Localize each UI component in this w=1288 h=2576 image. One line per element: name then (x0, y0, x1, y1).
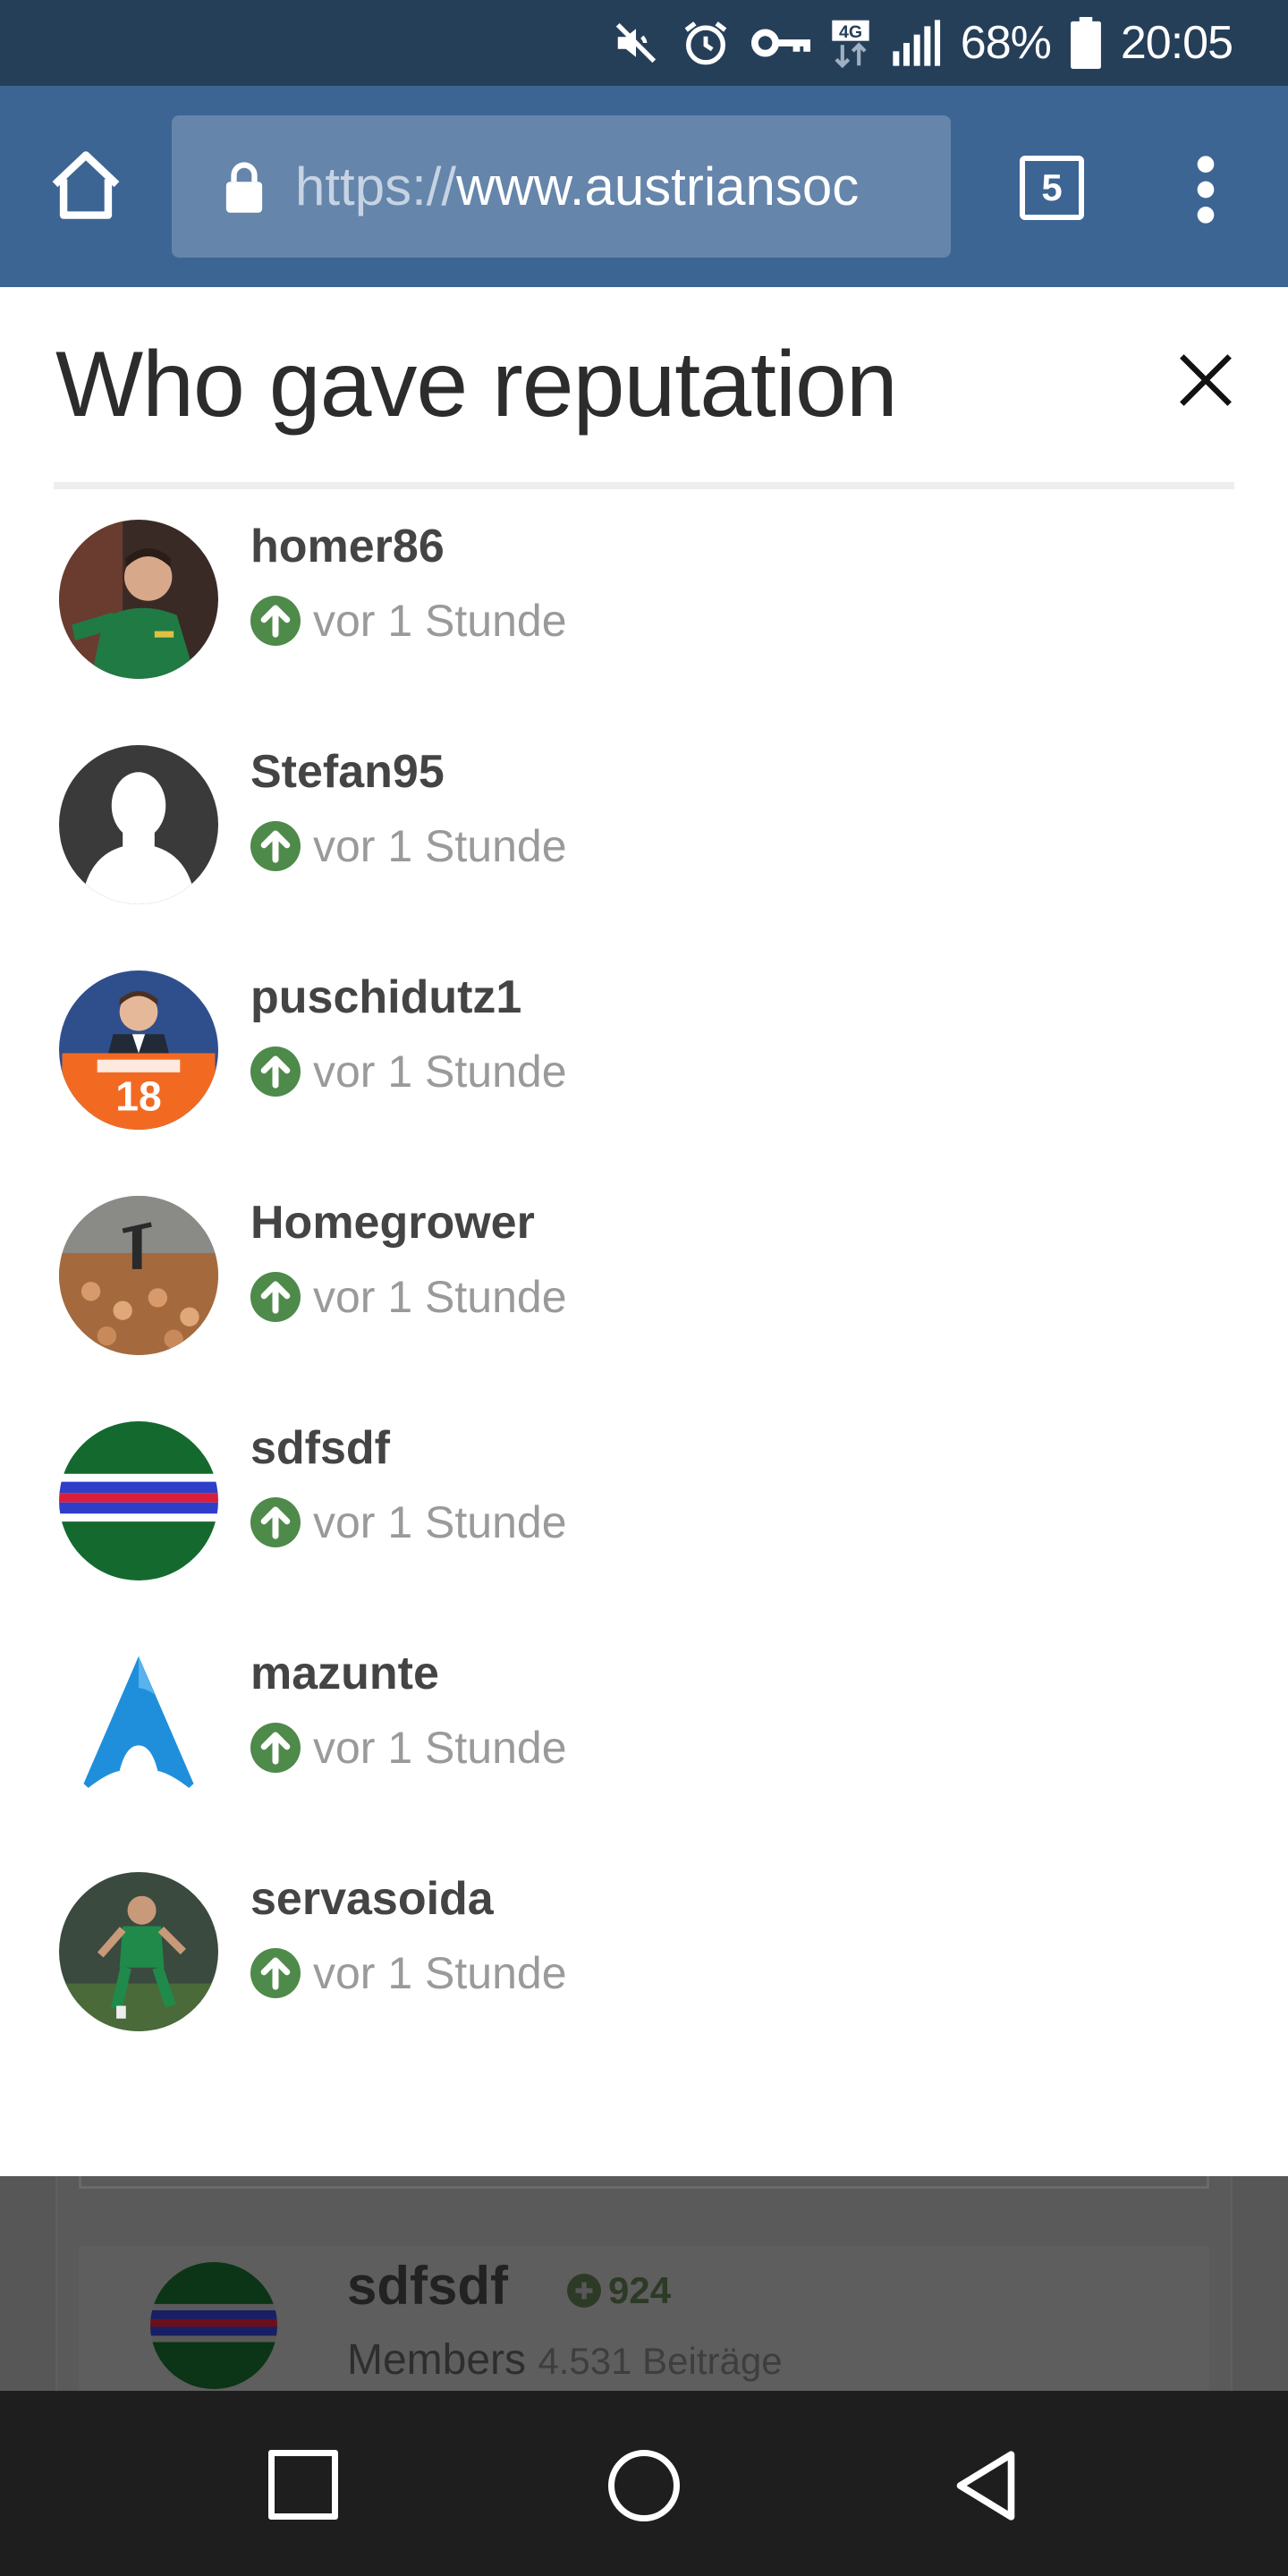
avatar[interactable] (59, 745, 218, 904)
lock-icon (225, 161, 263, 213)
reputation-modal: Who gave reputation homer86 vor 1 Stunde… (0, 287, 1288, 2176)
alarm-icon (684, 21, 727, 65)
username[interactable]: servasoida (250, 1872, 494, 1926)
browser-toolbar: https://www.austriansoc 5 (0, 86, 1288, 287)
battery-percent: 68% (960, 17, 1052, 69)
url-host: www.austriansoc (456, 157, 860, 216)
arrow-up-circle-icon (250, 1723, 301, 1773)
reputation-time: vor 1 Stunde (313, 596, 567, 646)
list-item: homer86 vor 1 Stunde (0, 520, 1288, 745)
arrow-up-circle-icon (250, 1497, 301, 1547)
avatar[interactable] (59, 1421, 218, 1580)
reputation-time: vor 1 Stunde (313, 1723, 567, 1773)
reputation-time: vor 1 Stunde (313, 1046, 567, 1097)
reputation-count: 924 (608, 2269, 672, 2311)
plus-circle-icon (567, 2274, 601, 2308)
avatar[interactable] (59, 520, 218, 679)
arrow-up-circle-icon (250, 1948, 301, 1998)
arrow-up-circle-icon (250, 1046, 301, 1097)
arrow-up-circle-icon (250, 1272, 301, 1322)
reputation-meta: vor 1 Stunde (250, 1947, 567, 1999)
url-text: https://www.austriansoc (295, 156, 859, 217)
modal-divider (54, 482, 1234, 489)
reputation-meta: vor 1 Stunde (250, 1722, 567, 1774)
username[interactable]: puschidutz1 (250, 970, 521, 1024)
network-type-label: 4G (839, 22, 862, 42)
username[interactable]: Homegrower (250, 1196, 535, 1250)
post-author-meta: Members 4.531 Beiträge (347, 2335, 783, 2385)
reputation-time: vor 1 Stunde (313, 1948, 567, 1998)
reputation-time: vor 1 Stunde (313, 821, 567, 871)
overflow-menu-icon[interactable] (1190, 154, 1222, 225)
list-item: Stefan95 vor 1 Stunde (0, 745, 1288, 970)
post-author-name: sdfsdf (347, 2256, 508, 2316)
avatar[interactable] (59, 1872, 218, 2031)
username[interactable]: sdfsdf (250, 1421, 390, 1475)
page-backdrop[interactable]: sdfsdf 924 Members 4.531 Beiträge (0, 2176, 1288, 2391)
reputation-meta: vor 1 Stunde (250, 1046, 567, 1097)
reputation-meta: vor 1 Stunde (250, 595, 567, 647)
home-circle-icon[interactable] (608, 2450, 680, 2521)
reputation-meta: vor 1 Stunde (250, 1496, 567, 1548)
reputation-time: vor 1 Stunde (313, 1497, 567, 1547)
username[interactable]: mazunte (250, 1647, 439, 1700)
battery-icon (1070, 17, 1101, 69)
avatar (150, 2262, 277, 2389)
close-icon[interactable] (1177, 352, 1234, 409)
list-item: servasoida vor 1 Stunde (0, 1872, 1288, 2097)
previous-post-edge (79, 2176, 1209, 2189)
avatar[interactable]: 18 (59, 970, 218, 1130)
list-item: 18 puschidutz1 vor 1 Stunde (0, 970, 1288, 1196)
list-item: Homegrower vor 1 Stunde (0, 1196, 1288, 1421)
list-item: sdfsdf vor 1 Stunde (0, 1421, 1288, 1647)
post-count: 4.531 Beiträge (538, 2340, 783, 2382)
home-icon[interactable] (45, 145, 127, 227)
reputation-time: vor 1 Stunde (313, 1272, 567, 1322)
arrow-up-circle-icon (250, 596, 301, 646)
reputation-badge: 924 (567, 2269, 671, 2312)
arrow-up-circle-icon (250, 821, 301, 871)
back-icon[interactable] (952, 2448, 1020, 2523)
system-nav-bar (0, 2391, 1288, 2576)
svg-text:18: 18 (115, 1073, 161, 1120)
modal-title: Who gave reputation (55, 333, 898, 436)
url-bar[interactable]: https://www.austriansoc (172, 115, 951, 258)
reputation-meta: vor 1 Stunde (250, 1271, 567, 1323)
signal-icon (893, 20, 940, 66)
avatar[interactable] (59, 1647, 218, 1806)
vpn-key-icon (750, 29, 810, 57)
username[interactable]: homer86 (250, 520, 445, 573)
mute-icon (615, 22, 656, 64)
tabs-icon[interactable]: 5 (1020, 156, 1084, 220)
tab-count: 5 (1041, 166, 1063, 208)
member-group: Members (347, 2336, 527, 2384)
recents-icon[interactable] (268, 2450, 338, 2520)
list-item: mazunte vor 1 Stunde (0, 1647, 1288, 1872)
clock: 20:05 (1120, 17, 1233, 69)
status-bar: 4G 68% 20:05 (0, 0, 1288, 86)
username[interactable]: Stefan95 (250, 745, 445, 799)
avatar[interactable] (59, 1196, 218, 1355)
url-scheme: https:// (295, 157, 457, 216)
data-4g-icon: 4G (832, 20, 869, 68)
reputation-meta: vor 1 Stunde (250, 820, 567, 872)
